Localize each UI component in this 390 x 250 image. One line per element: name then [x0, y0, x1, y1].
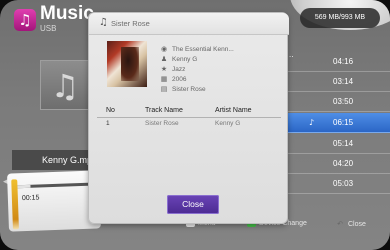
legend-close[interactable]: ↶ Close: [335, 216, 366, 232]
storage-capacity: 569 MB/993 MB: [300, 8, 380, 28]
dialog-header: ♫ Sister Rose: [89, 13, 289, 35]
music-app-icon: ♫: [14, 9, 36, 31]
track-row[interactable]: 05:03: [285, 174, 390, 194]
progress-fill: [17, 184, 31, 189]
tv-screen: ♫ Music USB 569 MB/993 MB ♫ Kenny G.mp3 …: [0, 0, 390, 250]
track-row[interactable]: 04:20: [285, 154, 390, 174]
star-icon: ★: [160, 65, 168, 73]
track-metadata: ◉ The Essential Kenn... ♟ Kenny G ★ Jazz ▦ 2…: [159, 44, 234, 94]
header-no: No: [106, 107, 115, 114]
track-list: .. 04:16 03:14 03:50 ♪ 06:15 05:14 04:20…: [285, 50, 390, 198]
track-row[interactable]: 03:14: [285, 72, 390, 92]
music-note-icon: ♫: [99, 17, 108, 28]
artist-row: ♟ Kenny G: [160, 55, 198, 63]
close-button[interactable]: Close: [167, 195, 219, 214]
person-icon: ♟: [160, 55, 168, 63]
file-icon: ▤: [160, 85, 168, 93]
dialog-title: Sister Rose: [111, 19, 150, 28]
table-header: No Track Name Artist Name: [97, 107, 281, 118]
disc-icon: ◉: [160, 45, 168, 53]
album-row: ◉ The Essential Kenn...: [160, 45, 234, 53]
genre-row: ★ Jazz: [160, 65, 186, 73]
file-row: ▤ Sister Rose: [160, 85, 206, 93]
track-row[interactable]: 03:50: [285, 92, 390, 112]
track-row[interactable]: 05:14: [285, 134, 390, 154]
year-row: ▦ 2006: [160, 75, 187, 83]
header-track-name: Track Name: [145, 107, 183, 114]
header-artist-name: Artist Name: [215, 107, 252, 114]
elapsed-time: 00:15: [21, 194, 40, 203]
playing-note-icon: ♪: [309, 118, 315, 127]
album-cover: [107, 41, 147, 87]
table-row[interactable]: 1 Sister Rose Kenny G: [97, 120, 281, 131]
progress-bar: [17, 182, 92, 189]
return-icon: ↶: [337, 220, 343, 228]
device-label: USB: [40, 24, 57, 33]
track-row[interactable]: 04:16: [285, 52, 390, 72]
track-row-active[interactable]: ♪ 06:15: [285, 113, 390, 133]
music-note-icon[interactable]: ♫: [40, 60, 90, 110]
app-title: Music: [40, 3, 94, 24]
track-info-dialog: ♫ Sister Rose ◉ The Essential Kenn... ♟ Ke…: [88, 12, 289, 224]
calendar-icon: ▦: [160, 75, 168, 83]
